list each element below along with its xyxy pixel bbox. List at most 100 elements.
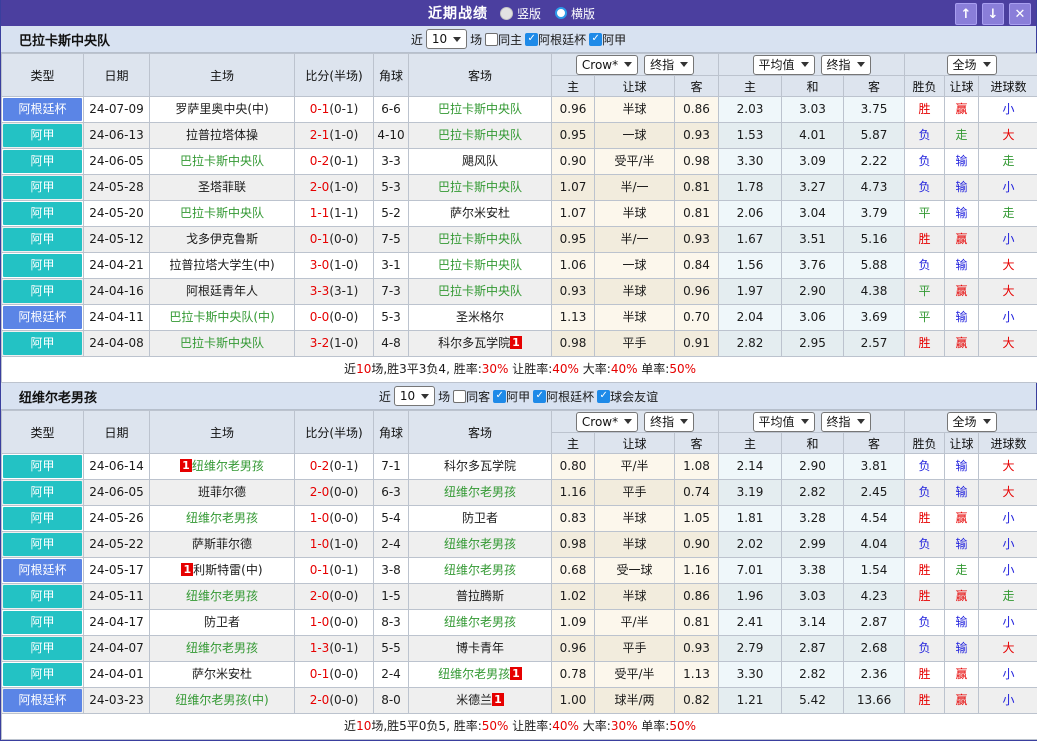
checkbox-icon[interactable]: ✓ [525,33,538,46]
sub-column-header: 主 [719,76,782,97]
date-cell: 24-04-11 [84,305,150,331]
checkbox-icon[interactable]: ✓ [597,390,610,403]
away-team-name: 科尔多瓦学院 [438,336,510,350]
avg-source-select[interactable]: 平均值 [753,412,815,432]
filter-option[interactable]: ✓球会友谊 [597,388,658,405]
result-cell: 输 [945,532,979,558]
average-odds-cell: 1.56 [719,253,782,279]
average-odds-cell: 2.14 [719,454,782,480]
move-up-button[interactable]: ↑ [955,3,977,25]
away-team-name: 飓风队 [462,154,498,168]
match-count-select[interactable]: 10 [426,29,467,49]
move-down-button[interactable]: ↓ [982,3,1004,25]
odds-stage-select[interactable]: 终指 [644,55,694,75]
date-cell: 24-05-28 [84,175,150,201]
league-type-cell: 阿甲 [2,454,84,480]
filter-option[interactable]: ✓阿甲 [493,388,530,405]
checkbox-icon[interactable]: ✓ [533,390,546,403]
average-odds-cell: 4.04 [844,532,905,558]
radio-unselected-icon[interactable] [555,7,567,19]
chevron-down-icon [680,419,688,424]
result-cell: 走 [979,584,1037,610]
date-cell: 24-05-26 [84,506,150,532]
summary-segment: 40% [552,719,579,733]
scope-select[interactable]: 全场 [947,55,997,75]
league-type-cell: 阿甲 [2,610,84,636]
filter-option-label: 球会友谊 [610,388,658,405]
filter-option[interactable]: 同主 [485,31,522,48]
handicap-odds-cell: 1.02 [552,584,595,610]
scope-select[interactable]: 全场 [947,412,997,432]
sub-column-header: 进球数 [979,76,1037,97]
handicap-odds-cell: 1.07 [552,175,595,201]
table-body: 阿根廷杯24-07-09罗萨里奥中央(中)0-1(0-1)6-6巴拉卡斯中央队0… [2,97,1037,383]
home-team-cell: 巴拉卡斯中央队 [150,201,295,227]
result-cell: 走 [945,123,979,149]
halftime-score: (1-0) [329,128,358,142]
filter-option-label: 阿根廷杯 [546,388,594,405]
home-team-name: 拉普拉塔大学生(中) [169,258,274,272]
checkbox-icon[interactable] [485,33,498,46]
date-cell: 24-05-22 [84,532,150,558]
rank-badge: 1 [510,336,522,349]
home-team-name: 利斯特雷(中) [193,563,262,577]
match-count-select[interactable]: 10 [394,386,435,406]
result-cell: 赢 [945,279,979,305]
result-cell: 小 [979,175,1037,201]
odds-source-select[interactable]: Crow* [576,55,638,75]
halftime-score: (0-0) [329,310,358,324]
average-odds-cell: 1.21 [719,688,782,714]
avg-stage-select[interactable]: 终指 [821,55,871,75]
chevron-down-icon [801,62,809,67]
result-cell: 走 [979,149,1037,175]
filter-option[interactable]: ✓阿根廷杯 [533,388,594,405]
date-cell: 24-05-20 [84,201,150,227]
filter-option[interactable]: 同客 [453,388,490,405]
radio-horizontal-layout[interactable]: 横版 [555,5,595,22]
select-value: 平均值 [759,56,795,73]
summary-segment: 30% [611,719,638,733]
result-cell: 走 [945,558,979,584]
handicap-odds-cell: 半球 [595,97,675,123]
filter-option[interactable]: ✓阿甲 [589,31,626,48]
checkbox-icon[interactable] [453,390,466,403]
odds-source-select[interactable]: Crow* [576,412,638,432]
away-team-cell: 巴拉卡斯中央队 [409,227,552,253]
result-cell: 胜 [905,506,945,532]
date-cell: 24-07-09 [84,97,150,123]
home-team-name: 阿根廷青年人 [186,284,258,298]
close-button[interactable]: ✕ [1009,3,1031,25]
avg-source-select[interactable]: 平均值 [753,55,815,75]
handicap-odds-cell: 1.00 [552,688,595,714]
chevron-down-icon [624,419,632,424]
away-team-cell: 巴拉卡斯中央队 [409,253,552,279]
halftime-score: (0-0) [329,693,358,707]
radio-vertical-layout[interactable]: 竖版 [500,5,541,22]
corner-cell: 4-8 [374,331,409,357]
odds-stage-select[interactable]: 终指 [644,412,694,432]
corner-cell: 4-10 [374,123,409,149]
average-odds-cell: 2.87 [844,610,905,636]
checkbox-icon[interactable]: ✓ [493,390,506,403]
league-type-cell: 阿根廷杯 [2,305,84,331]
handicap-odds-cell: 半球 [595,201,675,227]
handicap-odds-cell: 半/一 [595,175,675,201]
radio-selected-icon[interactable] [500,7,513,20]
league-badge: 阿甲 [3,507,82,530]
halftime-score: (1-1) [329,206,358,220]
filter-bar: 近10场同主✓阿根廷杯✓阿甲 [411,29,626,49]
handicap-odds-cell: 球半/两 [595,688,675,714]
checkbox-icon[interactable]: ✓ [589,33,602,46]
average-odds-cell: 2.45 [844,480,905,506]
rank-badge: 1 [492,693,504,706]
result-cell: 输 [945,253,979,279]
corner-cell: 7-1 [374,454,409,480]
handicap-odds-cell: 0.95 [552,123,595,149]
filter-option[interactable]: ✓阿根廷杯 [525,31,586,48]
fulltime-score: 0-1 [310,232,330,246]
avg-stage-select[interactable]: 终指 [821,412,871,432]
away-team-name: 巴拉卡斯中央队 [438,128,522,142]
home-team-cell: 班菲尔德 [150,480,295,506]
handicap-odds-cell: 1.06 [552,253,595,279]
fulltime-score: 0-1 [310,563,330,577]
